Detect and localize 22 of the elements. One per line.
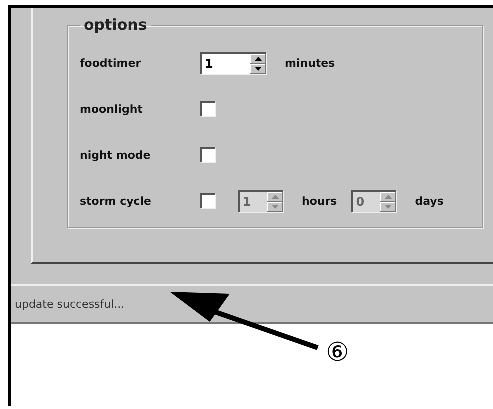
down-arrow-icon	[254, 66, 262, 70]
down-arrow-icon	[384, 204, 392, 208]
unit-label: hours	[302, 194, 338, 208]
callout-number: ⑥	[326, 338, 350, 368]
group-title: options	[83, 16, 148, 34]
unit-label: minutes	[285, 56, 336, 70]
spin-down-button[interactable]	[250, 64, 266, 74]
checkbox[interactable]	[200, 193, 216, 209]
unit-label: days	[415, 194, 444, 208]
up-arrow-icon	[384, 194, 392, 198]
up-arrow-icon	[254, 56, 262, 60]
status-text: update successful...	[15, 298, 125, 310]
spin-up-button[interactable]	[250, 54, 266, 64]
up-arrow-icon	[272, 194, 278, 198]
option-label: night mode	[80, 148, 152, 162]
down-arrow-icon	[272, 204, 278, 208]
spinner-field[interactable]: 1	[200, 52, 267, 74]
option-label: foodtimer	[80, 56, 142, 70]
checkbox[interactable]	[200, 147, 216, 163]
option-label: moonlight	[80, 102, 144, 116]
option-label: storm cycle	[80, 194, 153, 208]
checkbox[interactable]	[200, 101, 216, 117]
